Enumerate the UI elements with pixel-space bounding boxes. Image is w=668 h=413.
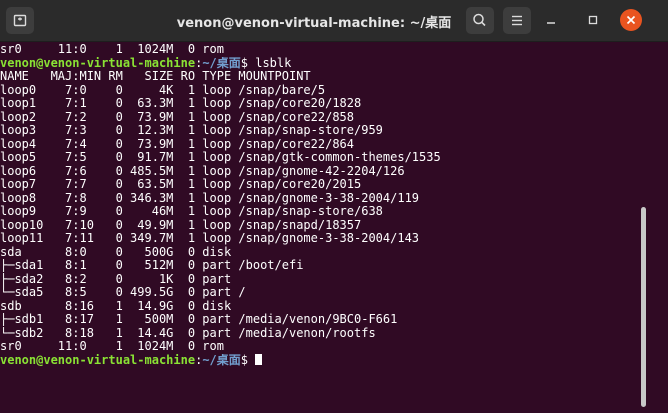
- terminal-output[interactable]: sr0 11:0 1 1024M 0 rom venon@venon-virtu…: [0, 43, 640, 413]
- lsblk-row: └─sdb2 8:18 1 14.4G 0 part /media/venon/…: [0, 326, 376, 340]
- search-icon: [473, 13, 486, 27]
- window-title: venon@venon-virtual-machine: ~/桌面: [176, 16, 452, 31]
- search-button[interactable]: [466, 7, 494, 34]
- title-bar: venon@venon-virtual-machine: ~/桌面: [0, 0, 668, 42]
- prompt-dollar: $: [240, 353, 256, 367]
- prompt-user-host: venon@venon-virtual-machine: [0, 353, 196, 367]
- maximize-button[interactable]: [582, 9, 604, 31]
- prompt-path: ~/桌面: [202, 353, 241, 367]
- scrollbar-thumb[interactable]: [641, 207, 646, 407]
- lsblk-row: loop10 7:10 0 49.9M 1 loop /snap/snapd/1…: [0, 218, 362, 232]
- close-button[interactable]: [620, 9, 642, 31]
- new-tab-button[interactable]: [6, 7, 34, 34]
- lsblk-row: loop8 7:8 0 346.3M 1 loop /snap/gnome-3-…: [0, 191, 420, 205]
- prompt-user-host: venon@venon-virtual-machine: [0, 56, 196, 70]
- lsblk-row: loop5 7:5 0 91.7M 1 loop /snap/gtk-commo…: [0, 151, 441, 164]
- lsblk-row: loop6 7:6 0 485.5M 1 loop /snap/gnome-42…: [0, 164, 405, 178]
- text-cursor: [255, 353, 263, 365]
- lsblk-row: loop9 7:9 0 46M 1 loop /snap/snap-store/…: [0, 205, 383, 218]
- output-line: sr0 11:0 1 1024M 0 rom: [0, 43, 224, 56]
- lsblk-row: loop1 7:1 0 63.3M 1 loop /snap/core20/18…: [0, 97, 362, 110]
- lsblk-row: sr0 11:0 1 1024M 0 rom: [0, 340, 224, 353]
- lsblk-row: ├─sda1 8:1 0 512M 0 part /boot/efi: [0, 259, 304, 272]
- lsblk-header: NAME MAJ:MIN RM SIZE RO TYPE MOUNTPOINT: [0, 70, 311, 83]
- close-icon: [626, 15, 636, 25]
- lsblk-row: loop4 7:4 0 73.9M 1 loop /snap/core22/86…: [0, 137, 355, 151]
- command-prompt-line: venon@venon-virtual-machine:~/桌面$ lsblk: [0, 57, 640, 71]
- menu-button[interactable]: [503, 7, 531, 34]
- new-tab-icon: [13, 14, 27, 27]
- lsblk-row: loop7 7:7 0 63.5M 1 loop /snap/core20/20…: [0, 178, 362, 191]
- lsblk-row: loop3 7:3 0 12.3M 1 loop /snap/snap-stor…: [0, 124, 383, 137]
- lsblk-row: ├─sdb1 8:17 1 500M 0 part /media/venon/9…: [0, 313, 398, 326]
- prompt-path: ~/桌面: [202, 56, 241, 70]
- lsblk-row: └─sda5 8:5 0 499.5G 0 part /: [0, 286, 246, 299]
- terminal-window: venon@venon-virtual-machine: ~/桌面 sr0 11…: [0, 0, 668, 413]
- minimize-icon: [547, 22, 555, 24]
- lsblk-row: loop11 7:11 0 349.7M 1 loop /snap/gnome-…: [0, 232, 420, 245]
- lsblk-row: sdb 8:16 1 14.9G 0 disk: [0, 299, 232, 313]
- prompt-command: lsblk: [255, 56, 292, 70]
- maximize-icon: [588, 15, 598, 25]
- active-prompt-line: venon@venon-virtual-machine:~/桌面$: [0, 353, 640, 368]
- lsblk-row: loop0 7:0 0 4K 1 loop /snap/bare/5: [0, 83, 326, 97]
- prompt-dollar: $: [240, 56, 256, 70]
- hamburger-menu-icon: [512, 15, 522, 26]
- lsblk-row: loop2 7:2 0 73.9M 1 loop /snap/core22/85…: [0, 110, 355, 124]
- minimize-button[interactable]: [540, 9, 562, 31]
- lsblk-row: ├─sda2 8:2 0 1K 0 part: [0, 272, 232, 286]
- lsblk-row: sda 8:0 0 500G 0 disk: [0, 245, 232, 259]
